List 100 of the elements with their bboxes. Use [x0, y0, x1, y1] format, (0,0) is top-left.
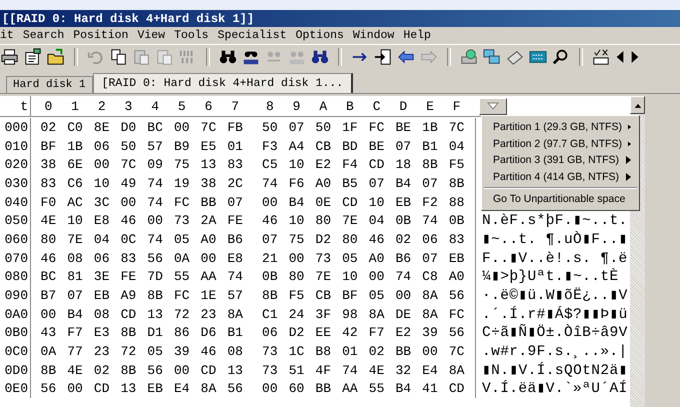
text-cell: V.Í.ëä▮V.`»ªU´AÍ [482, 380, 628, 398]
hex-byte: 46 [120, 213, 138, 228]
hex-byte: CB [314, 138, 332, 154]
hex-byte: 07 [66, 288, 84, 304]
checksum-icon[interactable] [592, 48, 610, 66]
column-header: 5 [176, 98, 187, 114]
window-title: [[RAID 0: Hard disk 4+Hard disk 1]] [2, 12, 254, 26]
tab[interactable]: Hard disk 1 [6, 76, 93, 93]
menu-item[interactable]: Partition 3 (391 GB, NTFS) [482, 152, 639, 168]
hex-byte: 80 [341, 232, 359, 247]
menu-item[interactable]: Tools [174, 29, 209, 42]
hex-byte: 10 [368, 194, 386, 210]
hex-byte: 74 [146, 232, 164, 247]
scroll-up-button[interactable] [630, 96, 645, 114]
offset-cell: 050 [0, 211, 31, 230]
back-arrow-icon[interactable] [397, 48, 415, 66]
text-cell: ¼▮>þ}Uªt.▮~..tÈ [482, 268, 619, 286]
windows-icon[interactable] [483, 48, 501, 66]
hex-byte: 2A [200, 213, 218, 228]
hex-byte: 7E [66, 232, 84, 247]
menu-item[interactable]: Help [403, 29, 431, 42]
menu-item[interactable]: Partition 1 (29.3 GB, NTFS) [482, 119, 639, 136]
hex-byte: FE [226, 213, 244, 228]
hex-byte: BD [341, 138, 359, 154]
menu-item[interactable]: Partition 2 (97.7 GB, NTFS) [482, 136, 639, 152]
hex-byte: 75 [288, 232, 306, 247]
hex-byte: 2C [226, 176, 244, 191]
hex-byte: 42 [341, 325, 359, 340]
hex-byte: 07 [288, 120, 306, 135]
offset-cell: 040 [0, 192, 31, 212]
hex-byte: 3E [92, 269, 111, 284]
hex-byte: 80 [40, 232, 58, 247]
clipboard-icon[interactable] [156, 48, 174, 66]
hex-byte: 72 [120, 344, 138, 360]
hex-byte: 83 [226, 157, 244, 172]
hex-byte: 56 [448, 325, 466, 340]
copy-icon[interactable] [110, 48, 128, 66]
menu-item[interactable]: Options [296, 29, 344, 42]
menu-item[interactable]: Position [73, 29, 128, 42]
column-header: 1 [70, 98, 80, 114]
column-header: A [318, 98, 328, 114]
up-arrow-icon [634, 102, 642, 108]
hex-byte: 01 [226, 138, 244, 154]
menu-item[interactable]: it [0, 29, 14, 42]
hex-byte: 05 [146, 344, 164, 360]
menu-item[interactable]: Partition 4 (414 GB, NTFS) [482, 168, 639, 185]
hex-byte: 13 [120, 381, 138, 396]
offset-cell: 0D0 [0, 360, 31, 380]
hex-byte: 4E [66, 362, 84, 378]
search-icon[interactable] [552, 48, 570, 66]
binoculars-icon[interactable] [311, 48, 329, 66]
binoculars-icon[interactable] [219, 48, 237, 66]
hex-byte: C8 [421, 269, 439, 284]
hex-byte: 04 [448, 138, 466, 154]
menu-item[interactable]: Search [22, 29, 64, 42]
hex-byte: F7 [368, 325, 386, 340]
hex-byte: 8B [146, 288, 164, 304]
hex-byte: 1B [66, 138, 84, 154]
printer-icon[interactable] [1, 48, 19, 66]
menu-item[interactable]: Specialist [218, 29, 287, 42]
calculator-icon[interactable] [529, 48, 547, 66]
dropdown-button[interactable] [479, 98, 507, 114]
hex-byte: 8B [120, 325, 138, 340]
hex-byte: EB [394, 194, 412, 210]
hex-byte: 83 [448, 232, 466, 247]
offset-cell: 0B0 [0, 324, 31, 342]
offset-cell: 080 [0, 268, 31, 286]
paste-icon[interactable] [133, 48, 151, 66]
hex-byte: 0B [394, 213, 412, 228]
column-header: C [372, 98, 382, 114]
properties-icon[interactable] [24, 48, 42, 66]
hex-byte: 05 [341, 250, 359, 266]
hex-byte: 56 [146, 250, 164, 266]
hex-byte: 74 [226, 269, 244, 284]
hex-byte: B1 [226, 325, 244, 340]
right-arrow-icon[interactable] [630, 48, 640, 66]
goto-icon[interactable] [374, 48, 392, 66]
column-header: 7 [230, 98, 240, 114]
hex-byte: 3F [314, 306, 332, 322]
hex-byte: 73 [314, 250, 332, 266]
hex-byte: 74 [394, 269, 412, 284]
hex-byte: 06 [421, 232, 439, 247]
hex-byte: 32 [394, 362, 412, 378]
hex-byte: 8A [448, 362, 466, 378]
folder-icon[interactable] [47, 48, 65, 66]
menu-item[interactable]: View [137, 29, 166, 42]
left-arrow-icon[interactable] [615, 48, 625, 66]
disk-icon[interactable] [460, 48, 478, 66]
text-cell: ·.ë©▮ü.W▮õË¿..▮V [482, 287, 628, 304]
tab[interactable]: [RAID 0: Hard disk 4+Hard disk 1... [92, 73, 354, 93]
hex-byte: E2 [314, 157, 332, 172]
hex-byte: E4 [421, 362, 439, 378]
hex-byte: A4 [288, 138, 306, 154]
menu-item[interactable]: Go To Unpartitionable space [482, 191, 639, 208]
hex-byte: 49 [120, 176, 138, 191]
hex-byte: 02 [368, 344, 386, 360]
hex-byte: 3C [92, 194, 111, 210]
menu-item[interactable]: Window [352, 29, 394, 42]
hex-byte: BE [394, 120, 412, 135]
hex-byte: EB [146, 381, 164, 396]
